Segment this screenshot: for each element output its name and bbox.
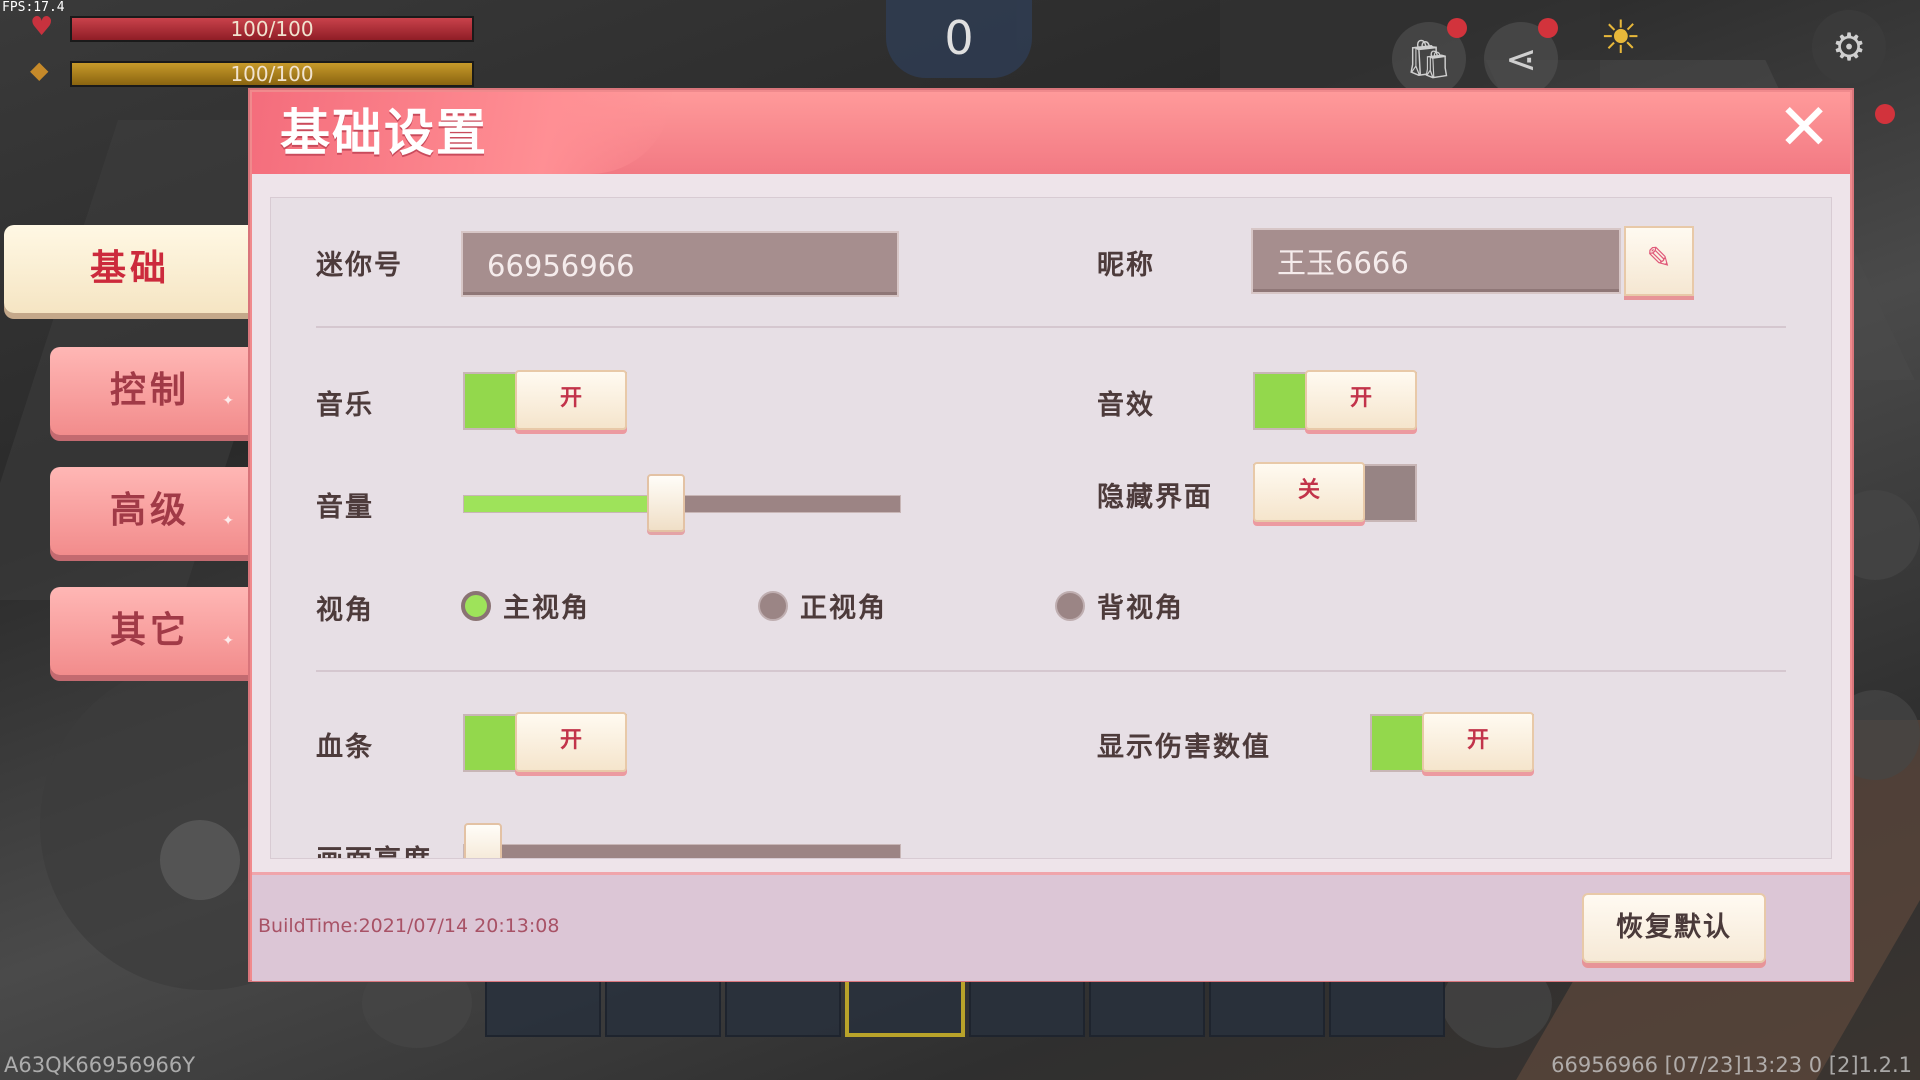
hide-ui-toggle[interactable]: 关 — [1253, 462, 1417, 522]
tab-basic[interactable]: 基础 — [4, 225, 256, 313]
health-bar-toggle[interactable]: 开 — [463, 712, 627, 772]
dialog-title: 基础设置 — [280, 104, 488, 162]
view-option-back[interactable]: 背视角 — [1055, 586, 1184, 625]
view-label: 视角 — [316, 595, 374, 626]
volume-slider[interactable] — [463, 474, 901, 532]
damage-toggle[interactable]: 开 — [1370, 712, 1534, 772]
view-option-front[interactable]: 正视角 — [758, 586, 887, 625]
divider — [316, 670, 1786, 672]
dialog-header: 基础设置 ✕ — [252, 92, 1850, 174]
radio-dot — [758, 590, 788, 621]
score-counter: 0 — [886, 0, 1032, 78]
settings-dialog: 基础设置 ✕ 迷你号 66956966 昵称 王玉6666 ✎ 音乐 开 音效 … — [250, 90, 1852, 981]
damage-toggle-state: 开 — [1422, 712, 1534, 772]
player-code: A63QK66956966Y — [4, 1053, 196, 1077]
score-value: 0 — [944, 11, 974, 65]
radio-dot — [1055, 590, 1085, 621]
sfx-toggle[interactable]: 开 — [1253, 370, 1417, 430]
notification-dot — [1538, 18, 1558, 38]
hotbar-slot-selected[interactable] — [845, 975, 965, 1037]
damage-label: 显示伤害数值 — [1097, 732, 1271, 763]
view-option-label: 主视角 — [503, 593, 590, 624]
tab-control[interactable]: 控制 ✦ — [50, 347, 250, 435]
volume-thumb[interactable] — [647, 474, 685, 532]
radio-dot — [461, 590, 491, 621]
music-label: 音乐 — [316, 390, 374, 421]
tab-other-label: 其它 — [109, 610, 190, 651]
hide-ui-toggle-state: 关 — [1253, 462, 1365, 522]
gear-icon[interactable]: ⚙ — [1812, 10, 1886, 84]
tab-other[interactable]: 其它 ✦ — [50, 587, 250, 675]
hide-ui-label: 隐藏界面 — [1097, 482, 1213, 513]
heart-icon: ♥ — [30, 12, 54, 42]
brightness-slider[interactable] — [463, 823, 901, 858]
brightness-label: 画面亮度 — [316, 838, 432, 858]
mini-id-field: 66956966 — [461, 231, 899, 297]
music-toggle-state: 开 — [515, 370, 627, 430]
divider — [316, 326, 1786, 328]
sfx-toggle-state: 开 — [1305, 370, 1417, 430]
tab-basic-label: 基础 — [89, 248, 170, 289]
hotbar-slot[interactable] — [1209, 975, 1325, 1037]
hotbar-slot[interactable] — [485, 975, 601, 1037]
volume-fill — [464, 496, 666, 512]
sparkle-icon: ✦ — [222, 393, 238, 409]
settings-panel: 迷你号 66956966 昵称 王玉6666 ✎ 音乐 开 音效 开 音量 隐藏… — [270, 197, 1832, 859]
nickname-field[interactable]: 王玉6666 — [1251, 228, 1621, 294]
close-icon[interactable]: ✕ — [1772, 96, 1836, 160]
build-time: BuildTime:2021/07/14 20:13:08 — [258, 915, 560, 937]
sun-icon: ☀ — [1600, 10, 1642, 64]
notification-dot — [1447, 18, 1467, 38]
hotbar-slot[interactable] — [969, 975, 1085, 1037]
view-option-label: 正视角 — [800, 593, 887, 624]
hotbar-slot[interactable] — [1329, 975, 1445, 1037]
tab-advanced[interactable]: 高级 ✦ — [50, 467, 250, 555]
hunger-icon: ◆ — [30, 56, 49, 84]
volume-label: 音量 — [316, 492, 374, 523]
dialog-footer: BuildTime:2021/07/14 20:13:08 恢复默认 — [252, 872, 1850, 981]
music-toggle[interactable]: 开 — [463, 370, 627, 430]
sparkle-icon: ✦ — [222, 633, 238, 649]
view-option-label: 背视角 — [1097, 593, 1184, 624]
reset-default-button[interactable]: 恢复默认 — [1582, 893, 1766, 963]
hotbar-slot[interactable] — [605, 975, 721, 1037]
nickname-label: 昵称 — [1097, 250, 1155, 281]
mini-id-label: 迷你号 — [316, 250, 403, 281]
brightness-thumb[interactable] — [464, 823, 502, 858]
health-bar: 100/100 — [70, 16, 474, 42]
version-info: 66956966 [07/23]13:23 0 [2]1.2.1 — [1551, 1053, 1912, 1077]
notification-dot — [1875, 104, 1895, 124]
view-option-first-person[interactable]: 主视角 — [461, 586, 590, 625]
hotbar — [485, 975, 1445, 1037]
hunger-bar: 100/100 — [70, 61, 474, 87]
tab-advanced-label: 高级 — [109, 490, 190, 531]
health-bar-toggle-state: 开 — [515, 712, 627, 772]
sfx-label: 音效 — [1097, 390, 1155, 421]
hotbar-slot[interactable] — [725, 975, 841, 1037]
joystick-knob[interactable] — [160, 820, 240, 900]
tab-control-label: 控制 — [109, 370, 190, 411]
health-bar-label: 血条 — [316, 732, 374, 763]
hotbar-slot[interactable] — [1089, 975, 1205, 1037]
edit-nickname-icon[interactable]: ✎ — [1624, 226, 1694, 296]
sparkle-icon: ✦ — [222, 513, 238, 529]
